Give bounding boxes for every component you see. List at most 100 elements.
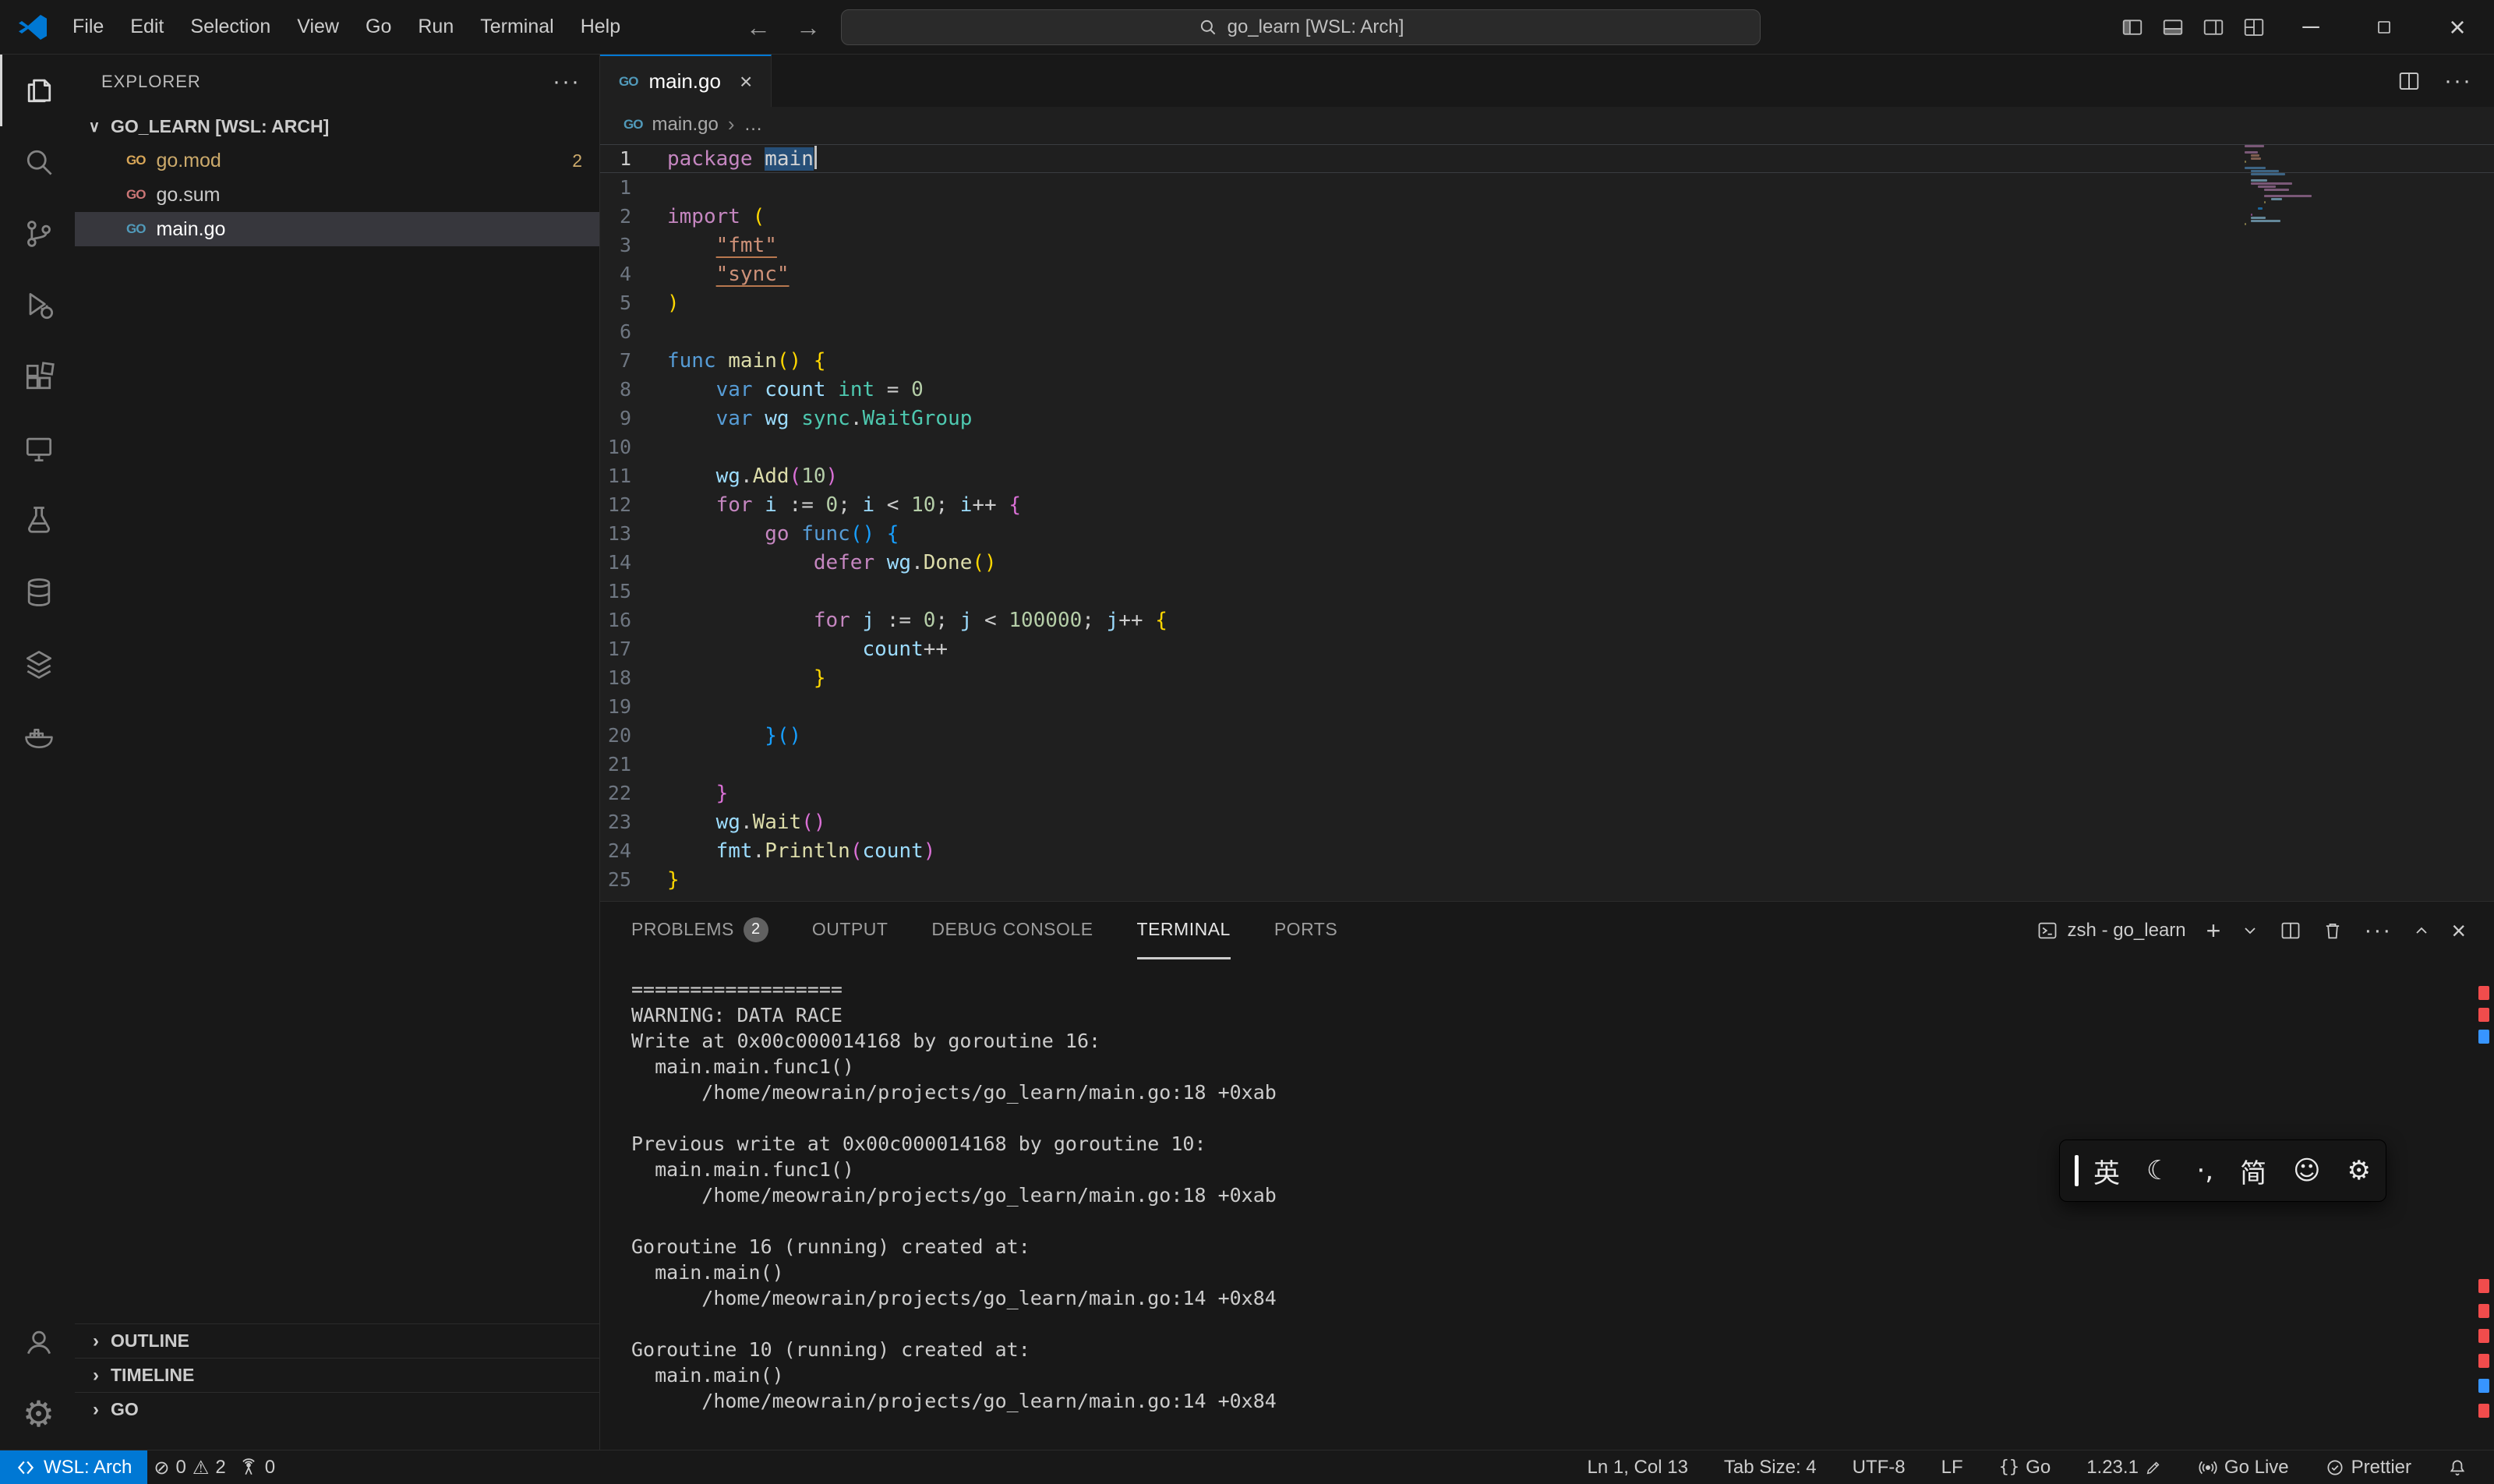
ime-settings-icon[interactable]: ⚙: [2347, 1155, 2371, 1186]
file-item-go.mod[interactable]: GOgo.mod2: [75, 143, 599, 178]
tab-close-icon[interactable]: ×: [740, 69, 752, 94]
panel-tab-problems[interactable]: PROBLEMS2: [631, 902, 768, 959]
code-line[interactable]: 6: [600, 317, 2494, 346]
menu-selection[interactable]: Selection: [177, 8, 284, 46]
docker-icon[interactable]: [0, 700, 75, 772]
close-panel-icon[interactable]: ×: [2451, 917, 2466, 945]
panel-tab-debug-console[interactable]: DEBUG CONSOLE: [931, 902, 1093, 959]
remote-explorer-icon[interactable]: [0, 413, 75, 485]
editor-more-actions-icon[interactable]: ···: [2444, 68, 2472, 94]
search-view-icon[interactable]: [0, 126, 75, 198]
explorer-icon[interactable]: [0, 55, 75, 126]
settings-gear-icon[interactable]: ⚙: [0, 1378, 75, 1450]
code-line[interactable]: 18 }: [600, 663, 2494, 692]
problems-status[interactable]: ⊘0 ⚠2: [147, 1450, 231, 1484]
maximize-panel-icon[interactable]: [2412, 921, 2431, 940]
testing-flask-icon[interactable]: [0, 485, 75, 556]
prettier-status[interactable]: Prettier: [2319, 1450, 2418, 1484]
code-line[interactable]: 24 fmt.Println(count): [600, 836, 2494, 865]
code-line[interactable]: 25}: [600, 865, 2494, 894]
sidebar-section-timeline[interactable]: ›TIMELINE: [75, 1358, 599, 1392]
code-line[interactable]: 3 "fmt": [600, 231, 2494, 260]
code-line[interactable]: 1: [600, 173, 2494, 202]
indentation-status[interactable]: Tab Size: 4: [1718, 1450, 1823, 1484]
code-line[interactable]: 9 var wg sync.WaitGroup: [600, 404, 2494, 433]
ime-moon-icon[interactable]: ☾: [2146, 1155, 2170, 1186]
code-line[interactable]: 2import (: [600, 202, 2494, 231]
breadcrumb[interactable]: GO main.go › …: [600, 107, 2494, 142]
code-line[interactable]: 13 go func() {: [600, 519, 2494, 548]
database-icon[interactable]: [0, 556, 75, 628]
code-editor[interactable]: 1package main12import (3 "fmt"4 "sync"5)…: [600, 142, 2494, 901]
code-line[interactable]: 17 count++: [600, 634, 2494, 663]
code-line[interactable]: 11 wg.Add(10): [600, 461, 2494, 490]
ime-lang-icon[interactable]: 英: [2093, 1152, 2120, 1190]
cursor-position[interactable]: Ln 1, Col 13: [1581, 1450, 1694, 1484]
code-line[interactable]: 4 "sync": [600, 260, 2494, 288]
code-line[interactable]: 7func main() {: [600, 346, 2494, 375]
minimize-button[interactable]: ─: [2274, 0, 2347, 55]
code-line[interactable]: 1package main: [600, 144, 2494, 173]
forward-arrow-icon[interactable]: →: [783, 13, 833, 42]
run-and-debug-icon[interactable]: [0, 270, 75, 341]
menu-file[interactable]: File: [59, 8, 117, 46]
terminal-instance-selector[interactable]: zsh - go_learn: [2037, 920, 2186, 942]
ime-punctuation-icon[interactable]: ·,: [2196, 1155, 2213, 1186]
ime-emoji-icon[interactable]: ☺: [2293, 1155, 2320, 1186]
file-item-main.go[interactable]: GOmain.go: [75, 212, 599, 246]
panel-tab-terminal[interactable]: TERMINAL: [1137, 902, 1231, 959]
sidebar-section-go[interactable]: ›GO: [75, 1392, 599, 1426]
file-item-go.sum[interactable]: GOgo.sum: [75, 178, 599, 212]
code-line[interactable]: 19: [600, 692, 2494, 721]
back-arrow-icon[interactable]: ←: [733, 13, 783, 42]
code-line[interactable]: 21: [600, 750, 2494, 779]
minimap[interactable]: [2245, 145, 2332, 226]
tab-main-go[interactable]: GO main.go ×: [600, 55, 772, 107]
menu-help[interactable]: Help: [567, 8, 634, 46]
panel-more-actions-icon[interactable]: ···: [2364, 917, 2392, 944]
maximize-button[interactable]: [2347, 0, 2421, 55]
code-line[interactable]: 8 var count int = 0: [600, 375, 2494, 404]
extensions-icon[interactable]: [0, 341, 75, 413]
code-line[interactable]: 12 for i := 0; i < 10; i++ {: [600, 490, 2494, 519]
explorer-more-actions-icon[interactable]: ···: [553, 69, 581, 95]
code-line[interactable]: 10: [600, 433, 2494, 461]
code-line[interactable]: 23 wg.Wait(): [600, 807, 2494, 836]
code-line[interactable]: 5): [600, 288, 2494, 317]
toggle-secondary-sidebar-icon[interactable]: [2193, 0, 2234, 55]
eol-status[interactable]: LF: [1935, 1450, 1969, 1484]
split-editor-icon[interactable]: [2397, 69, 2421, 93]
language-mode[interactable]: {}Go: [1993, 1450, 2058, 1484]
go-live-status[interactable]: Go Live: [2192, 1450, 2295, 1484]
new-terminal-icon[interactable]: +: [2206, 917, 2221, 945]
menu-run[interactable]: Run: [404, 8, 467, 46]
code-line[interactable]: 16 for j := 0; j < 100000; j++ {: [600, 606, 2494, 634]
ports-status[interactable]: 0: [232, 1450, 281, 1484]
accounts-icon[interactable]: [0, 1306, 75, 1378]
split-terminal-icon[interactable]: [2280, 920, 2301, 942]
menu-edit[interactable]: Edit: [117, 8, 177, 46]
notifications-bell-icon[interactable]: [2441, 1450, 2474, 1484]
sidebar-section-outline[interactable]: ›OUTLINE: [75, 1323, 599, 1358]
menu-view[interactable]: View: [284, 8, 352, 46]
code-line[interactable]: 22 }: [600, 779, 2494, 807]
customize-layout-icon[interactable]: [2234, 0, 2274, 55]
code-line[interactable]: 20 }(): [600, 721, 2494, 750]
ime-simplified-icon[interactable]: 简: [2240, 1152, 2266, 1190]
remote-indicator[interactable]: WSL: Arch: [0, 1450, 147, 1484]
encoding-status[interactable]: UTF-8: [1846, 1450, 1912, 1484]
workspace-root-folder[interactable]: ∨ GO_LEARN [WSL: ARCH]: [75, 109, 599, 143]
command-center-search[interactable]: go_learn [WSL: Arch]: [841, 9, 1761, 45]
toggle-sidebar-icon[interactable]: [2112, 0, 2153, 55]
terminal-dropdown-icon[interactable]: [2241, 921, 2259, 940]
code-line[interactable]: 15: [600, 577, 2494, 606]
kill-terminal-icon[interactable]: [2322, 920, 2344, 942]
layers-icon[interactable]: [0, 628, 75, 700]
source-control-icon[interactable]: [0, 198, 75, 270]
code-line[interactable]: 14 defer wg.Done(): [600, 548, 2494, 577]
panel-tab-output[interactable]: OUTPUT: [812, 902, 888, 959]
go-version-status[interactable]: 1.23.1: [2080, 1450, 2168, 1484]
menu-terminal[interactable]: Terminal: [467, 8, 567, 46]
menu-go[interactable]: Go: [352, 8, 404, 46]
close-button[interactable]: ×: [2421, 0, 2494, 55]
